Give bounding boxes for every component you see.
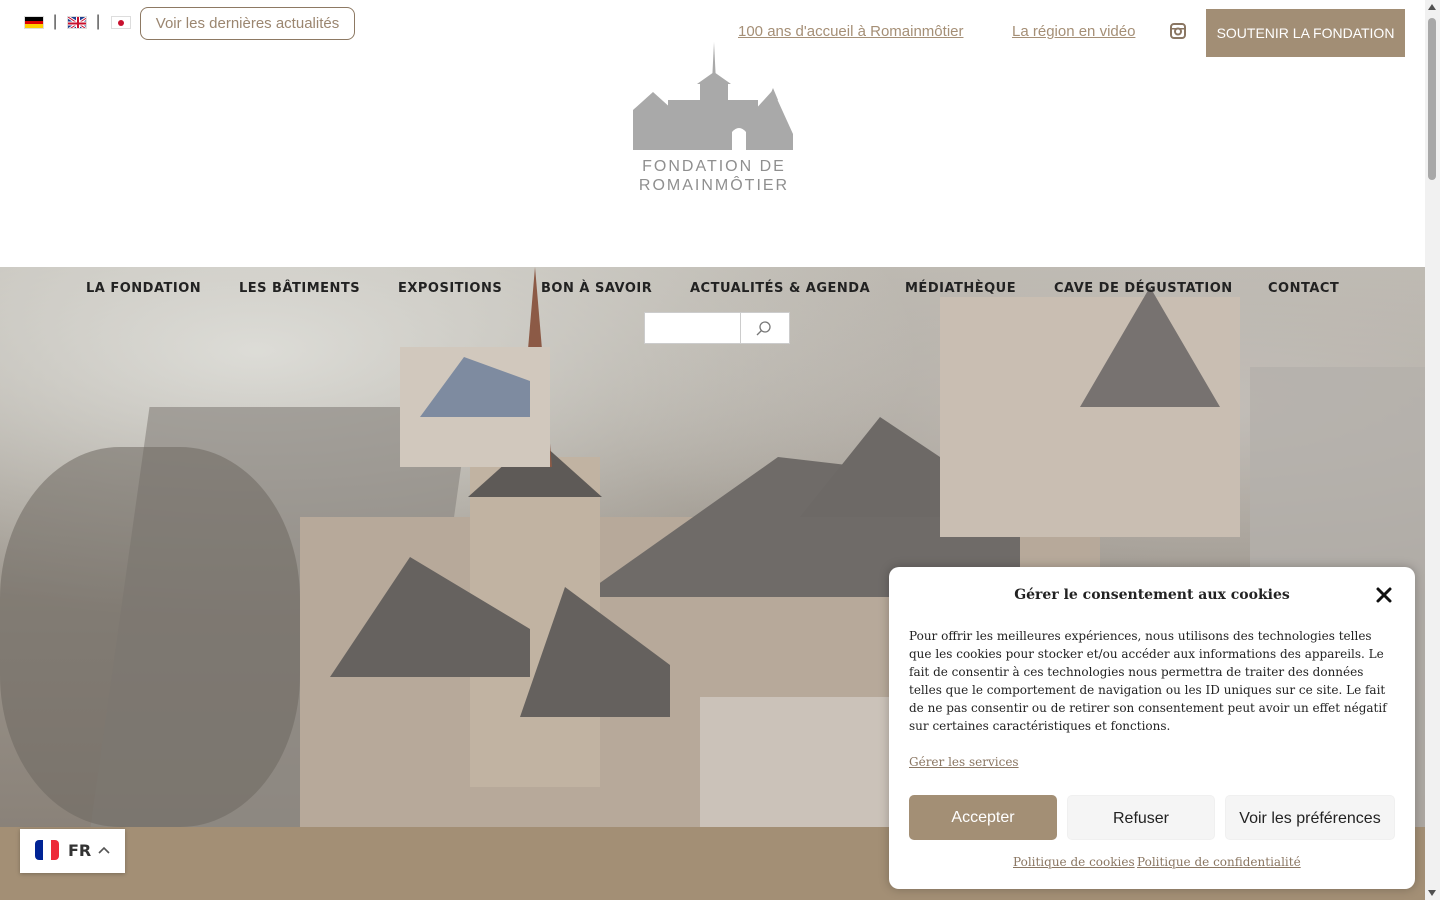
scrollbar-thumb[interactable] (1428, 18, 1436, 180)
logo-line2: ROMAINMÔTIER (638, 177, 790, 194)
main-navigation: LA FONDATION LES BÂTIMENTS EXPOSITIONS B… (0, 267, 1425, 311)
separator: | (96, 13, 101, 30)
nav-contact[interactable]: CONTACT (1268, 281, 1339, 296)
separator: | (53, 13, 58, 30)
logo-line1: FONDATION DE (642, 158, 786, 175)
cookie-policy-link[interactable]: Politique de cookies (1013, 855, 1135, 869)
cookie-consent-dialog: Gérer le consentement aux cookies Pour o… (889, 567, 1415, 889)
nav-bon-a-savoir[interactable]: BON À SAVOIR (541, 281, 652, 296)
german-flag-icon[interactable] (24, 16, 44, 29)
church-logo-icon (633, 42, 793, 150)
france-flag-icon (35, 840, 59, 860)
centenary-link[interactable]: 100 ans d'accueil à Romainmôtier (738, 23, 963, 40)
scroll-down-icon[interactable] (1428, 890, 1436, 896)
nav-cave-de-degustation[interactable]: CAVE DE DÉGUSTATION (1054, 281, 1233, 296)
privacy-policy-link[interactable]: Politique de confidentialité (1137, 855, 1301, 869)
nav-mediatheque[interactable]: MÉDIATHÈQUE (905, 281, 1016, 296)
close-icon[interactable] (1375, 586, 1393, 604)
search-divider (740, 313, 741, 343)
japan-flag-icon[interactable] (111, 16, 131, 29)
uk-flag-icon[interactable] (67, 16, 87, 29)
cookie-text: Pour offrir les meilleures expériences, … (909, 629, 1387, 733)
search-input[interactable] (645, 313, 740, 343)
instagram-icon[interactable] (1170, 23, 1186, 39)
support-foundation-button[interactable]: SOUTENIR LA FONDATION (1206, 9, 1405, 57)
region-video-link[interactable]: La région en vidéo (1012, 23, 1135, 40)
nav-expositions[interactable]: EXPOSITIONS (398, 281, 502, 296)
nav-la-fondation[interactable]: LA FONDATION (86, 281, 201, 296)
chevron-up-icon (98, 846, 110, 854)
refuse-button[interactable]: Refuser (1067, 795, 1215, 840)
search-box (644, 312, 790, 344)
nav-actualites-agenda[interactable]: ACTUALITÉS & AGENDA (690, 281, 870, 296)
view-preferences-button[interactable]: Voir les préférences (1225, 795, 1395, 840)
manage-services-link[interactable]: Gérer les services (909, 755, 1019, 769)
language-switcher[interactable]: FR (20, 829, 125, 873)
language-code: FR (68, 841, 92, 860)
search-icon[interactable] (756, 320, 772, 336)
accept-button[interactable]: Accepter (909, 795, 1057, 840)
nav-les-batiments[interactable]: LES BÂTIMENTS (239, 281, 360, 296)
scrollbar[interactable] (1425, 0, 1440, 900)
foundation-logo[interactable]: FONDATION DE ROMAINMÔTIER (633, 40, 795, 198)
scroll-up-icon[interactable] (1428, 4, 1436, 10)
latest-news-button[interactable]: Voir les dernières actualités (140, 7, 355, 40)
cookie-title: Gérer le consentement aux cookies (1014, 587, 1290, 603)
